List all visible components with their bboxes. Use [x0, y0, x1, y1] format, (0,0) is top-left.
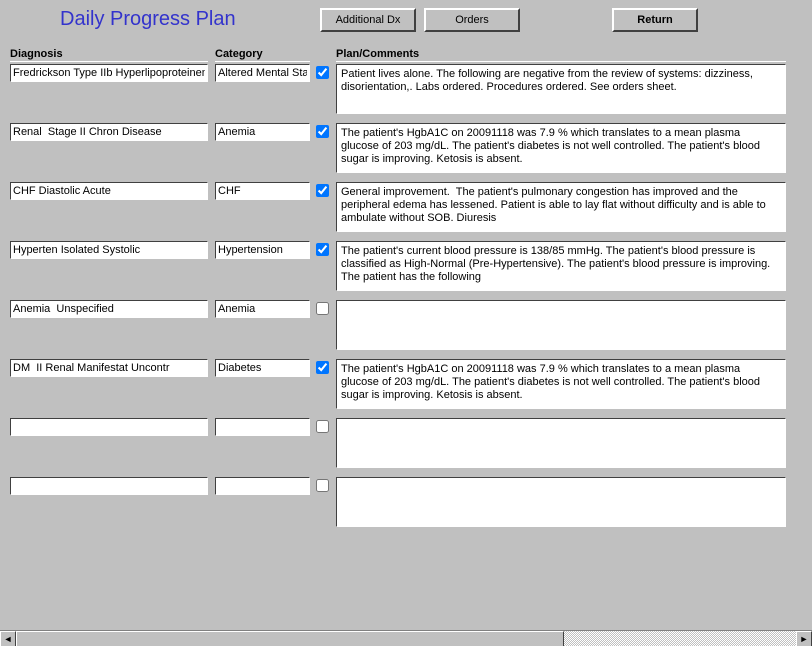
plan-comments-field[interactable] — [336, 477, 786, 527]
return-button[interactable]: Return — [612, 8, 698, 32]
column-header-diagnosis: Diagnosis — [10, 48, 63, 60]
main-window: Daily Progress Plan Additional Dx Orders… — [0, 0, 812, 646]
header-bar: Daily Progress Plan Additional Dx Orders… — [0, 8, 812, 38]
plan-comments-field[interactable] — [336, 123, 786, 173]
category-field[interactable] — [215, 359, 310, 377]
orders-button[interactable]: Orders — [424, 8, 520, 32]
diagnosis-field[interactable] — [10, 182, 208, 200]
row-checkbox[interactable] — [316, 125, 329, 138]
additional-dx-button[interactable]: Additional Dx — [320, 8, 416, 32]
category-field[interactable] — [215, 300, 310, 318]
divider — [336, 61, 786, 62]
row-checkbox[interactable] — [316, 420, 329, 433]
horizontal-scrollbar[interactable]: ◄ ► — [0, 630, 812, 646]
row-checkbox[interactable] — [316, 302, 329, 315]
category-field[interactable] — [215, 477, 310, 495]
diagnosis-field[interactable] — [10, 359, 208, 377]
page-title: Daily Progress Plan — [60, 8, 236, 31]
diagnosis-field[interactable] — [10, 418, 208, 436]
plan-comments-field[interactable] — [336, 64, 786, 114]
category-field[interactable] — [215, 241, 310, 259]
row-checkbox[interactable] — [316, 184, 329, 197]
diagnosis-field[interactable] — [10, 477, 208, 495]
category-field[interactable] — [215, 182, 310, 200]
category-field[interactable] — [215, 64, 310, 82]
row-checkbox[interactable] — [316, 66, 329, 79]
row-checkbox[interactable] — [316, 479, 329, 492]
divider — [10, 61, 208, 62]
plan-comments-field[interactable] — [336, 241, 786, 291]
diagnosis-field[interactable] — [10, 64, 208, 82]
divider — [215, 61, 310, 62]
scrollbar-thumb[interactable] — [16, 631, 564, 646]
plan-comments-field[interactable] — [336, 418, 786, 468]
scroll-right-button[interactable]: ► — [796, 631, 812, 646]
diagnosis-field[interactable] — [10, 241, 208, 259]
row-checkbox[interactable] — [316, 361, 329, 374]
category-field[interactable] — [215, 123, 310, 141]
column-header-plan: Plan/Comments — [336, 48, 419, 60]
category-field[interactable] — [215, 418, 310, 436]
plan-comments-field[interactable] — [336, 300, 786, 350]
column-header-category: Category — [215, 48, 263, 60]
plan-comments-field[interactable] — [336, 182, 786, 232]
plan-comments-field[interactable] — [336, 359, 786, 409]
row-checkbox[interactable] — [316, 243, 329, 256]
scroll-left-button[interactable]: ◄ — [0, 631, 16, 646]
diagnosis-field[interactable] — [10, 300, 208, 318]
diagnosis-field[interactable] — [10, 123, 208, 141]
